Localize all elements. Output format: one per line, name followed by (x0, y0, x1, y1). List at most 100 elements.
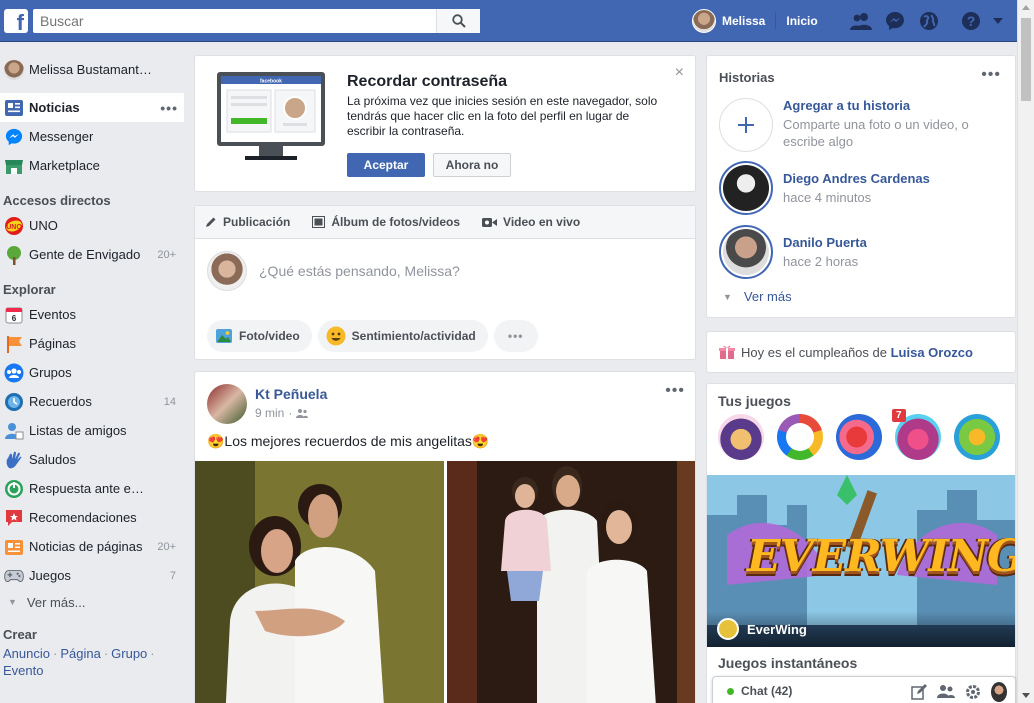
status-input[interactable]: ¿Qué estás pensando, Melissa? (259, 263, 460, 279)
profile-link[interactable]: Melissa Inicio (692, 9, 818, 33)
sidebar-item-noticias[interactable]: Noticias ••• (0, 93, 184, 122)
chat-label: Chat (42) (741, 684, 793, 698)
birthday-name[interactable]: Luisa Orozco (891, 345, 973, 360)
game-5-icon[interactable] (954, 414, 1000, 460)
memories-clock-icon (4, 392, 24, 412)
gift-icon (719, 345, 735, 359)
settings-gear-icon[interactable] (965, 684, 981, 700)
create-page-link[interactable]: Página (60, 646, 100, 661)
birthday-prefix: Hoy es el cumpleaños de (741, 344, 887, 360)
tab-live-video[interactable]: Video en vivo (482, 215, 580, 229)
see-more-label: Ver más (743, 289, 792, 304)
sidebar-item-label: Marketplace (29, 158, 100, 173)
story-name: Danilo Puerta (783, 235, 867, 250)
game-1-icon[interactable] (718, 414, 764, 460)
sidebar-item-gente-de-envigado[interactable]: Gente de Envigado 20+ (0, 240, 184, 269)
game-2-icon[interactable] (777, 414, 823, 460)
dropdown-caret-icon[interactable] (991, 9, 1005, 33)
smiley-icon (326, 326, 346, 346)
search-box (33, 9, 480, 33)
post-options-icon[interactable]: ••• (665, 382, 685, 400)
section-title-explore: Explorar (3, 282, 56, 297)
separator-dot: · (103, 646, 109, 661)
home-link[interactable]: Inicio (786, 14, 817, 28)
search-input[interactable] (33, 9, 433, 33)
story-thumbnail (723, 165, 769, 211)
post-author[interactable]: Kt Peñuela (255, 386, 327, 402)
chat-bar[interactable]: Chat (42) (712, 676, 1016, 703)
sidebar-item-juegos[interactable]: Juegos 7 (0, 561, 184, 590)
sidebar-item-noticias-de-paginas[interactable]: Noticias de páginas 20+ (0, 532, 184, 561)
help-question-icon[interactable]: ? (957, 9, 985, 33)
sidebar-item-profile[interactable]: Melissa Bustamant… (0, 55, 184, 84)
left-nav: Melissa Bustamant… Noticias ••• Messenge… (0, 55, 184, 679)
stories-see-more[interactable]: ▼ Ver más (723, 289, 792, 304)
scroll-up-arrow-icon[interactable] (1022, 5, 1030, 10)
sidebar-item-marketplace[interactable]: Marketplace (0, 151, 184, 180)
story-thumbnail (723, 229, 769, 275)
separator-dot: · (288, 406, 293, 420)
add-story-title: Agregar a tu historia (783, 98, 911, 113)
everwing-icon (717, 618, 739, 640)
scroll-thumb[interactable] (1021, 18, 1031, 101)
compose-icon[interactable] (911, 684, 927, 700)
create-group-link[interactable]: Grupo (111, 646, 147, 661)
sidebar-item-listas-de-amigos[interactable]: Listas de amigos (0, 416, 184, 445)
story-item[interactable]: Diego Andres Cardenas hace 4 minutos (719, 161, 930, 215)
add-story[interactable]: Agregar a tu historia Comparte una foto … (719, 98, 993, 152)
count-badge: 14 (163, 395, 176, 408)
sidebar-item-saludos[interactable]: Saludos (0, 445, 184, 474)
messenger-icon[interactable] (881, 9, 909, 33)
chat-icons (911, 682, 1007, 702)
action-label: Foto/video (239, 329, 300, 343)
sidebar-item-eventos[interactable]: 6 Eventos (0, 300, 184, 329)
tab-album[interactable]: Álbum de fotos/videos (312, 215, 460, 229)
create-ad-link[interactable]: Anuncio (3, 646, 50, 661)
friend-requests-icon[interactable] (847, 9, 875, 33)
create-event-link[interactable]: Evento (3, 663, 43, 678)
sidebar-item-messenger[interactable]: Messenger (0, 122, 184, 151)
friend-lists-icon (4, 421, 24, 441)
messenger-icon (4, 127, 24, 147)
close-icon[interactable]: × (675, 64, 684, 82)
action-label: Sentimiento/actividad (351, 329, 476, 343)
avatar[interactable] (207, 384, 247, 424)
stories-options-icon[interactable]: ••• (981, 66, 1001, 84)
everwing-banner[interactable]: EVERWING EverWing (707, 475, 1015, 647)
see-more-link[interactable]: ▼ Ver más... (0, 590, 184, 614)
game-4-icon[interactable]: 7 (892, 409, 941, 460)
scroll-down-arrow-icon[interactable] (1022, 693, 1030, 698)
birthday-card[interactable]: Hoy es el cumpleaños de Luisa Orozco (706, 331, 1016, 373)
add-group-icon[interactable] (937, 684, 955, 700)
sidebar-item-paginas[interactable]: Páginas (0, 329, 184, 358)
more-options-icon[interactable]: ••• (160, 100, 178, 116)
avatar[interactable] (991, 682, 1007, 702)
sidebar-item-grupos[interactable]: Grupos (0, 358, 184, 387)
sidebar-item-respuesta-emergencia[interactable]: Respuesta ante em… (0, 474, 184, 503)
tab-publicacion[interactable]: Publicación (205, 215, 290, 229)
sidebar-item-uno[interactable]: UNO UNO (0, 211, 184, 240)
not-now-button[interactable]: Ahora no (433, 153, 511, 177)
search-button[interactable] (436, 9, 480, 33)
post-time[interactable]: 9 min (255, 406, 284, 420)
globe-notifications-icon[interactable] (915, 9, 943, 33)
friends-audience-icon[interactable] (296, 408, 309, 418)
candy-crush-icon[interactable] (836, 414, 882, 460)
sidebar-item-recuerdos[interactable]: Recuerdos 14 (0, 387, 184, 416)
avatar (4, 59, 24, 80)
tab-label: Álbum de fotos/videos (331, 215, 461, 229)
facebook-f-icon[interactable]: f (4, 9, 28, 33)
accept-button[interactable]: Aceptar (347, 153, 425, 177)
composer-actions: Foto/video Sentimiento/actividad ••• (207, 320, 538, 352)
post-photo-1[interactable] (195, 461, 444, 703)
plus-icon (738, 117, 754, 133)
story-item[interactable]: Danilo Puerta hace 2 horas (719, 225, 867, 279)
feeling-activity-button[interactable]: Sentimiento/actividad (317, 320, 488, 352)
post-photo-2[interactable] (447, 461, 695, 703)
more-actions-button[interactable]: ••• (493, 320, 538, 352)
photo-video-button[interactable]: Foto/video (207, 320, 312, 352)
sidebar-item-recomendaciones[interactable]: Recomendaciones (0, 503, 184, 532)
vertical-scrollbar[interactable] (1017, 0, 1034, 703)
sidebar-item-label: UNO (29, 218, 58, 233)
composer-body[interactable]: ¿Qué estás pensando, Melissa? (195, 239, 695, 303)
